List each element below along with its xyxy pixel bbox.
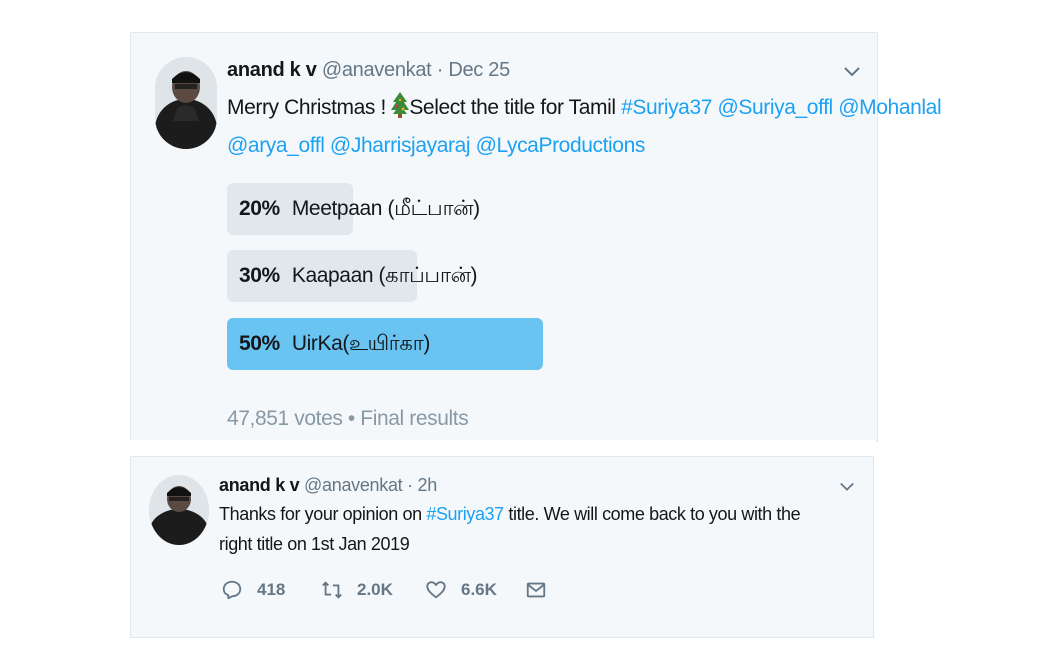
tweet-text-line1: Merry Christmas ! Select the title for T… <box>227 89 942 127</box>
avatar-photo <box>155 57 217 149</box>
retweet-button[interactable]: 2.0K <box>321 575 393 605</box>
poll-percent: 50% <box>239 332 280 355</box>
mention-link[interactable]: @Suriya_offl <box>717 96 833 119</box>
reply-icon <box>222 580 242 600</box>
avatar[interactable] <box>149 475 209 545</box>
next-tweet-peek <box>130 630 872 638</box>
separator-dot: · <box>407 475 413 495</box>
vote-count: 47,851 votes <box>227 407 343 430</box>
heart-icon <box>426 581 446 599</box>
tweet-divider <box>130 440 876 456</box>
mention-link[interactable]: @Mohanlal <box>838 96 941 119</box>
tweet-header: anand k v @anavenkat · Dec 25 <box>227 59 510 82</box>
chevron-down-icon[interactable] <box>839 479 855 495</box>
poll-percent: 20% <box>239 197 280 220</box>
tweet-text-line2: @arya_offl @Jharrisjayaraj @LycaProducti… <box>227 127 645 165</box>
christmas-tree-icon <box>391 92 410 118</box>
like-count: 6.6K <box>461 580 497 599</box>
author-name[interactable]: anand k v <box>227 59 317 81</box>
tweet-header: anand k v @anavenkat · 2h <box>219 475 437 496</box>
poll-option-label: 20% Meetpaan (மீட்பான்) <box>239 183 480 235</box>
direct-message-button[interactable] <box>525 575 561 605</box>
retweet-count: 2.0K <box>357 580 393 599</box>
tweet-text: title. We will come back to you with the <box>503 504 801 524</box>
poll-option-label: 30% Kaapaan (காப்பான்) <box>239 250 478 302</box>
poll-choice: Meetpaan (மீட்பான்) <box>291 197 480 220</box>
tweet-time[interactable]: Dec 25 <box>448 59 510 81</box>
tweet-text: Merry Christmas ! <box>227 96 392 119</box>
mention-link[interactable]: @LycaProductions <box>476 134 646 157</box>
poll-choice: Kaapaan (காப்பான்) <box>291 264 478 287</box>
envelope-icon <box>526 582 546 598</box>
mention-link[interactable]: @arya_offl <box>227 134 325 157</box>
mention-link[interactable]: @Jharrisjayaraj <box>330 134 471 157</box>
poll-percent: 30% <box>239 264 280 287</box>
tweet-text-line1: Thanks for your opinion on #Suriya37 tit… <box>219 499 801 529</box>
reply-count: 418 <box>257 580 286 599</box>
chevron-down-icon[interactable] <box>843 63 861 81</box>
tweet-time[interactable]: 2h <box>418 475 438 495</box>
tweet-text: Select the title for Tamil <box>409 96 622 119</box>
poll-summary: 47,851 votes • Final results <box>227 407 469 431</box>
author-name[interactable]: anand k v <box>219 475 300 495</box>
tweet-card-2[interactable]: anand k v @anavenkat · 2h Thanks for you… <box>130 456 874 638</box>
like-button[interactable]: 6.6K <box>425 575 497 605</box>
avatar[interactable] <box>155 57 217 149</box>
poll-status: Final results <box>360 407 469 430</box>
avatar-photo <box>149 475 209 545</box>
poll-option-label: 50% UirKa(உயிர்கா) <box>239 318 430 370</box>
reply-button[interactable]: 418 <box>221 575 285 605</box>
author-handle[interactable]: @anavenkat <box>322 59 432 81</box>
separator-dot: • <box>347 407 361 430</box>
separator-dot: · <box>436 59 444 81</box>
hashtag-link[interactable]: #Suriya37 <box>621 96 712 119</box>
hashtag-link[interactable]: #Suriya37 <box>426 504 504 524</box>
author-handle[interactable]: @anavenkat <box>304 475 403 495</box>
poll-choice: UirKa(உயிர்கா) <box>291 332 430 355</box>
retweet-icon <box>322 581 342 599</box>
poll-option: 20% Meetpaan (மீட்பான்) <box>227 183 545 235</box>
tweet-text: Thanks for your opinion on <box>219 504 427 524</box>
poll-option: 50% UirKa(உயிர்கா) <box>227 318 545 370</box>
tweet-card-1[interactable]: anand k v @anavenkat · Dec 25 Merry Chri… <box>130 32 942 442</box>
poll-option: 30% Kaapaan (காப்பான்) <box>227 250 545 302</box>
tweet-text-line2: right title on 1st Jan 2019 <box>219 534 410 554</box>
